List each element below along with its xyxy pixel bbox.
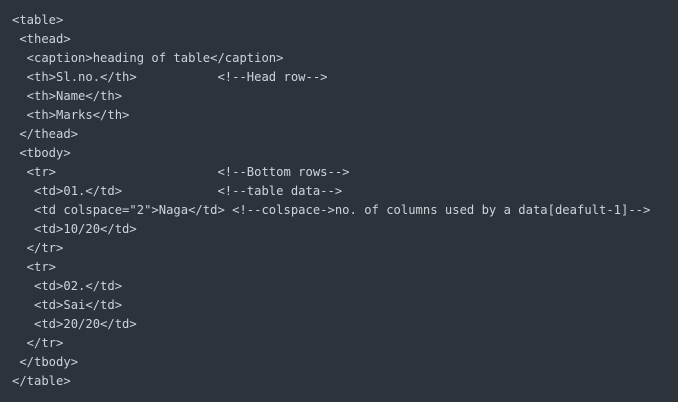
code-line: <tr> [12,260,57,274]
code-line: <td>01.</td> <!--table data--> [12,184,343,198]
code-line: <td colspace="2">Naga</td> <!--colspace-… [12,203,651,217]
code-line: </tr> [12,241,64,255]
code-line: <table> [12,13,64,27]
code-line: <td>02.</td> [12,279,123,293]
code-line: <caption>heading of table</caption> [12,51,284,65]
code-line: <th>Sl.no.</th> <!--Head row--> [12,70,328,84]
code-line: </thead> [12,127,79,141]
code-line: <td>10/20</td> [12,222,137,236]
code-line: <tbody> [12,146,71,160]
code-line: <thead> [12,32,71,46]
code-line: <td>Sai</td> [12,298,123,312]
code-line: <td>20/20</td> [12,317,137,331]
code-line: </tbody> [12,355,79,369]
code-line: <tr> <!--Bottom rows--> [12,165,350,179]
code-block: <table> <thead> <caption>heading of tabl… [0,0,678,402]
code-line: <th>Name</th> [12,89,123,103]
code-line: </tr> [12,336,64,350]
code-line: <th>Marks</th> [12,108,130,122]
code-line: </table> [12,374,71,388]
